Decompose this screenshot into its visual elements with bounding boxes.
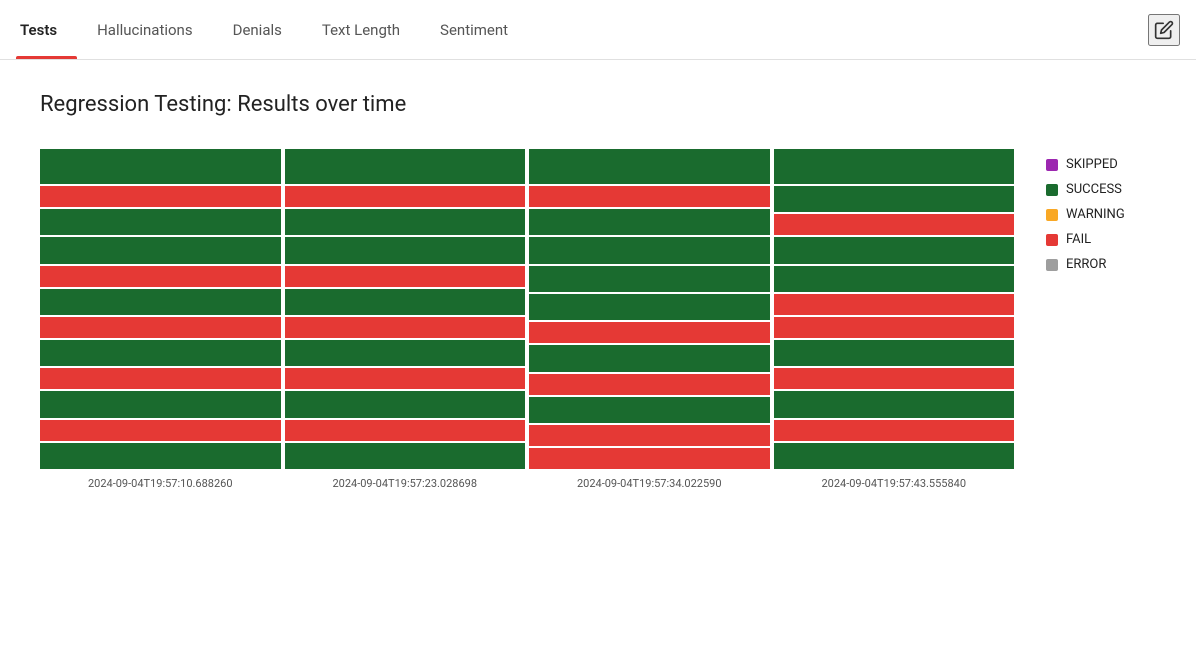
legend-label-fail: FAIL bbox=[1066, 232, 1091, 247]
x-axis-label-2: 2024-09-04T19:57:34.022590 bbox=[529, 477, 770, 490]
bar-segment bbox=[285, 317, 526, 338]
bar-segment bbox=[774, 149, 1015, 184]
x-axis-label-3: 2024-09-04T19:57:43.555840 bbox=[774, 477, 1015, 490]
legend-label-skipped: SKIPPED bbox=[1066, 157, 1118, 172]
tab-hallucinations[interactable]: Hallucinations bbox=[77, 0, 213, 59]
bar-segment bbox=[40, 237, 281, 263]
tab-denials[interactable]: Denials bbox=[213, 0, 302, 59]
bar-segment bbox=[285, 186, 526, 207]
bar-segment bbox=[774, 368, 1015, 389]
bar-segment bbox=[285, 266, 526, 287]
bar-segment bbox=[285, 420, 526, 441]
bar-segment bbox=[774, 186, 1015, 212]
tab-tests[interactable]: Tests bbox=[16, 0, 77, 59]
bar-segment bbox=[774, 443, 1015, 469]
tab-sentiment[interactable]: Sentiment bbox=[420, 0, 528, 59]
legend-swatch-warning bbox=[1046, 209, 1058, 221]
legend-swatch-skipped bbox=[1046, 159, 1058, 171]
edit-icon bbox=[1154, 20, 1174, 40]
legend-label-success: SUCCESS bbox=[1066, 182, 1122, 197]
bar-segment bbox=[529, 237, 770, 263]
bar-segment bbox=[774, 391, 1015, 417]
bar-segment bbox=[529, 425, 770, 446]
bar-segment bbox=[774, 294, 1015, 315]
bar-segment bbox=[40, 186, 281, 207]
tab-text-length[interactable]: Text Length bbox=[302, 0, 420, 59]
legend-swatch-error bbox=[1046, 259, 1058, 271]
edit-button[interactable] bbox=[1148, 14, 1180, 46]
legend-swatch-fail bbox=[1046, 234, 1058, 246]
bar-segment bbox=[529, 149, 770, 184]
legend-item-success: SUCCESS bbox=[1046, 182, 1156, 197]
legend-label-error: ERROR bbox=[1066, 257, 1106, 272]
bar-segment bbox=[40, 443, 281, 469]
legend-swatch-success bbox=[1046, 184, 1058, 196]
bar-segment bbox=[40, 368, 281, 389]
bar-segment bbox=[285, 209, 526, 235]
chart-column-2 bbox=[529, 149, 770, 469]
chart-column-3 bbox=[774, 149, 1015, 469]
legend-label-warning: WARNING bbox=[1066, 207, 1125, 222]
bar-segment bbox=[40, 391, 281, 417]
legend-item-error: ERROR bbox=[1046, 257, 1156, 272]
chart-column-0 bbox=[40, 149, 281, 469]
bar-segment bbox=[529, 186, 770, 207]
bar-segment bbox=[774, 340, 1015, 366]
bar-segment bbox=[774, 214, 1015, 235]
bar-segment bbox=[285, 237, 526, 263]
bar-segment bbox=[40, 289, 281, 315]
chart-columns bbox=[40, 149, 1014, 469]
bar-segment bbox=[285, 149, 526, 184]
bar-segment bbox=[40, 266, 281, 287]
bar-segment bbox=[529, 294, 770, 320]
bar-segment bbox=[285, 391, 526, 417]
legend-item-skipped: SKIPPED bbox=[1046, 157, 1156, 172]
bar-segment bbox=[774, 317, 1015, 338]
chart-container: 2024-09-04T19:57:10.688260 2024-09-04T19:… bbox=[40, 149, 1156, 490]
main-content: Regression Testing: Results over time 20… bbox=[0, 60, 1196, 522]
x-axis-label-1: 2024-09-04T19:57:23.028698 bbox=[285, 477, 526, 490]
bar-segment bbox=[529, 266, 770, 292]
bar-segment bbox=[774, 266, 1015, 292]
x-axis-label-0: 2024-09-04T19:57:10.688260 bbox=[40, 477, 281, 490]
bar-segment bbox=[285, 368, 526, 389]
chart-column-1 bbox=[285, 149, 526, 469]
legend-item-fail: FAIL bbox=[1046, 232, 1156, 247]
x-axis-labels: 2024-09-04T19:57:10.688260 2024-09-04T19:… bbox=[40, 477, 1014, 490]
bar-segment bbox=[529, 448, 770, 469]
bar-segment bbox=[40, 340, 281, 366]
bar-segment bbox=[529, 209, 770, 235]
bar-segment bbox=[774, 420, 1015, 441]
chart-area: 2024-09-04T19:57:10.688260 2024-09-04T19:… bbox=[40, 149, 1014, 490]
bar-segment bbox=[40, 420, 281, 441]
bar-segment bbox=[40, 149, 281, 184]
bar-segment bbox=[529, 374, 770, 395]
page-title: Regression Testing: Results over time bbox=[40, 92, 1156, 117]
tabs-bar: TestsHallucinationsDenialsText LengthSen… bbox=[0, 0, 1196, 60]
bar-segment bbox=[774, 237, 1015, 263]
bar-segment bbox=[529, 397, 770, 423]
legend: SKIPPED SUCCESS WARNING FAIL ERROR bbox=[1046, 149, 1156, 272]
legend-item-warning: WARNING bbox=[1046, 207, 1156, 222]
bar-segment bbox=[529, 322, 770, 343]
bar-segment bbox=[285, 443, 526, 469]
bar-segment bbox=[285, 289, 526, 315]
bar-segment bbox=[40, 317, 281, 338]
bar-segment bbox=[40, 209, 281, 235]
bar-segment bbox=[285, 340, 526, 366]
bar-segment bbox=[529, 345, 770, 371]
